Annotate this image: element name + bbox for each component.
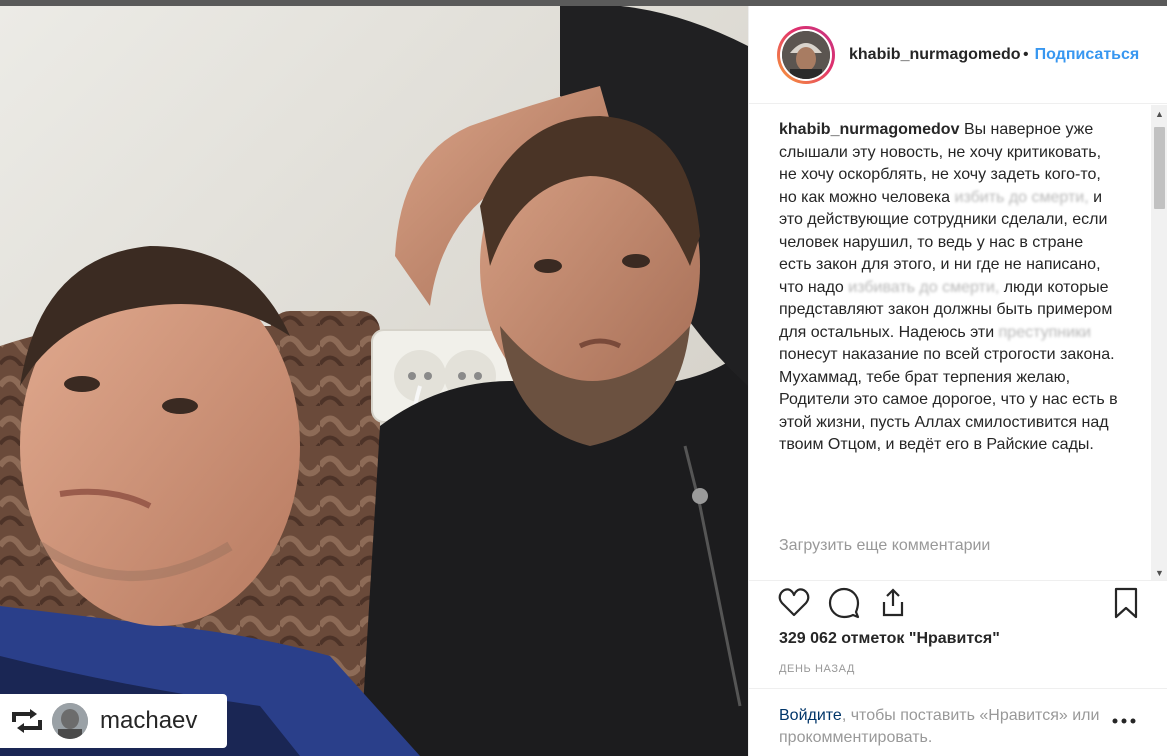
heart-icon [778,588,810,617]
follow-button[interactable]: Подписаться [1035,46,1140,64]
login-prompt: Войдите, чтобы поставить «Нравится» или … [779,705,1109,749]
caption-censored-1: избить до смерти, [954,188,1089,206]
share-icon [882,588,904,617]
load-more-comments[interactable]: Загрузить еще комментарии [779,537,990,555]
like-button[interactable] [777,586,811,620]
repost-avatar [52,703,88,739]
author-avatar[interactable] [777,25,835,84]
repost-icon [12,709,42,733]
save-button[interactable] [1109,586,1143,620]
comments-scrollbar[interactable]: ▲ ▼ [1151,105,1167,580]
post-timestamp[interactable]: ДЕНЬ НАЗАД [779,663,855,675]
caption-text-part4: понесут наказание по всей строгости зако… [779,346,1118,453]
scroll-down-arrow[interactable]: ▼ [1151,564,1167,580]
likes-count[interactable]: 329 062 отметок "Нравится" [779,630,1000,648]
post-photo[interactable]: machaev [0,6,748,756]
repost-username: machaev [100,707,198,734]
caption-censored-3: преступники [998,323,1091,341]
scroll-up-arrow[interactable]: ▲ [1151,105,1167,122]
caption-username[interactable]: khabib_nurmagomedov [779,121,959,138]
comment-bubble-icon [828,587,860,619]
post-side-panel: khabib_nurmagomedov • Подписаться khabib… [748,6,1167,756]
post-caption: khabib_nurmagomedov Вы наверное уже слыш… [779,119,1119,457]
comment-button[interactable] [827,586,861,620]
bookmark-icon [1114,587,1138,619]
header-separator-dot: • [1023,45,1029,63]
share-button[interactable] [876,586,910,620]
post-header: khabib_nurmagomedov • Подписаться [749,6,1167,104]
more-dots-icon[interactable] [1109,711,1139,731]
author-username[interactable]: khabib_nurmagomedov [849,46,1021,64]
caption-censored-2: избивать до смерти, [848,278,1000,296]
scroll-thumb[interactable] [1154,127,1165,209]
comment-footer: Войдите, чтобы поставить «Нравится» или … [749,688,1167,756]
comments-area: khabib_nurmagomedov Вы наверное уже слыш… [749,105,1167,581]
photo-illustration [0,6,748,756]
login-link[interactable]: Войдите [779,707,842,724]
post-actions [749,586,1167,628]
repost-badge[interactable]: machaev [0,694,227,748]
